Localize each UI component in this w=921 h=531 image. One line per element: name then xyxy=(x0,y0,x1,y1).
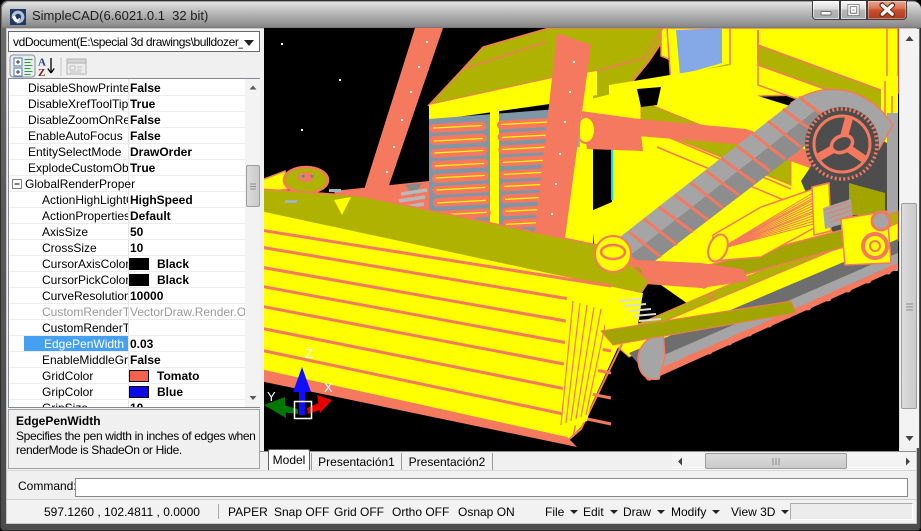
svg-text:X: X xyxy=(324,380,333,395)
svg-text:Z: Z xyxy=(305,346,313,361)
